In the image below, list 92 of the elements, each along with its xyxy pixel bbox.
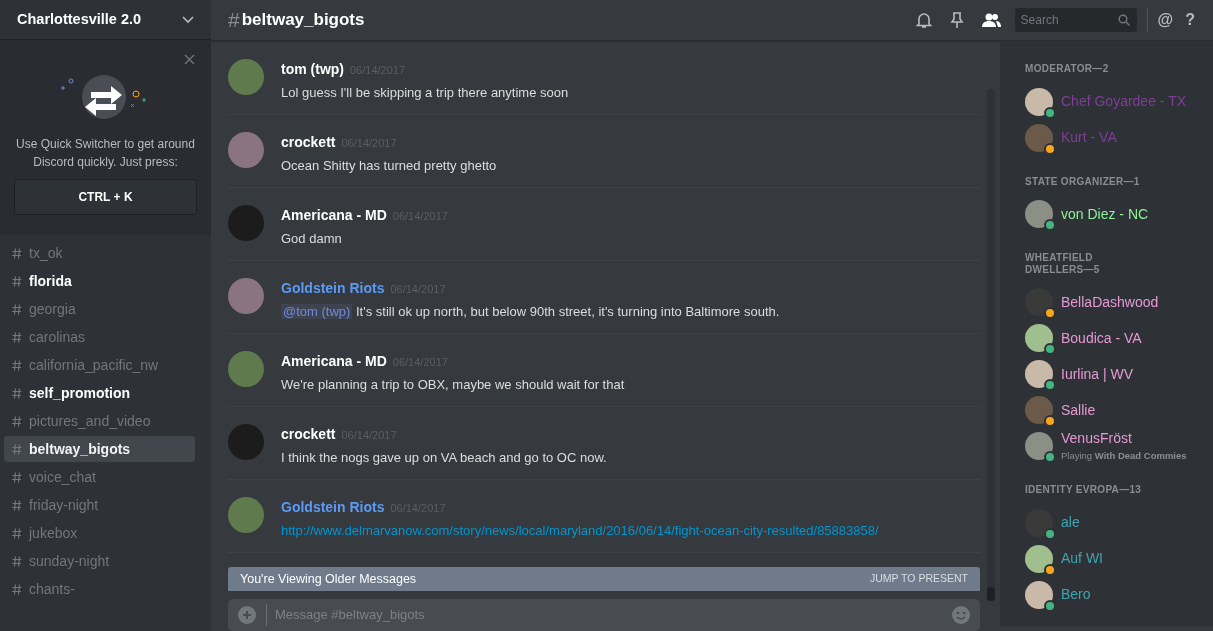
member-name: VenusFröst xyxy=(1061,429,1133,449)
author-name[interactable]: Americana - MD xyxy=(281,353,387,369)
role-heading: STATE ORGANIZER—1 xyxy=(1025,175,1141,187)
hash-icon xyxy=(12,331,22,343)
hash-icon xyxy=(12,247,22,259)
member-item[interactable]: VenusFröst Playing With Dead Commies xyxy=(1017,428,1205,464)
member-item[interactable]: Sallie xyxy=(1017,392,1205,428)
channel-item[interactable]: voice_chat xyxy=(4,464,195,490)
message-text: We're planning a trip to OBX, maybe we should wait for that xyxy=(281,377,625,392)
channel-item[interactable]: tx_ok xyxy=(4,240,195,266)
channel-hash: # xyxy=(228,7,240,34)
hash-icon xyxy=(12,387,22,399)
mentions-button[interactable]: @ xyxy=(1151,8,1180,32)
member-name: Chef Goyardee - TX xyxy=(1061,92,1187,111)
channel-item[interactable]: chants- xyxy=(4,576,195,602)
hash-icon xyxy=(12,415,22,427)
channel-title: beltway_bigots xyxy=(241,9,365,32)
shortcut-button[interactable]: CTRL + K xyxy=(14,179,197,215)
channel-item[interactable]: pictures_and_video xyxy=(4,408,195,434)
author-name[interactable]: Goldstein Riots xyxy=(281,499,385,515)
member-name: Sallie xyxy=(1061,400,1096,420)
author-name[interactable]: crockett xyxy=(281,134,336,150)
channel-item[interactable]: self_promotion xyxy=(4,380,195,406)
member-name: Auf WI xyxy=(1061,549,1103,568)
channel-item[interactable]: georgia xyxy=(4,296,195,322)
member-name: Iurlina | WV xyxy=(1061,364,1134,384)
member-name: ale xyxy=(1061,513,1080,532)
channel-item[interactable]: beltway_bigots xyxy=(4,436,195,462)
role-heading: IDENTITY EVROPA—13 xyxy=(1025,484,1143,496)
channel-item[interactable]: california_pacific_nw xyxy=(4,352,195,378)
search-icon xyxy=(1117,14,1130,26)
close-button[interactable] xyxy=(184,54,195,65)
member-name: von Diez - NC xyxy=(1061,204,1149,224)
member-item[interactable]: Bero xyxy=(1017,576,1205,613)
avatar[interactable] xyxy=(228,205,264,241)
hash-icon xyxy=(12,527,22,539)
member-item[interactable]: Boudica - VA xyxy=(1017,320,1205,356)
older-messages-label: You're Viewing Older Messages xyxy=(240,570,417,588)
message-text: Ocean Shitty has turned pretty ghetto xyxy=(281,158,497,173)
pin-icon[interactable] xyxy=(948,11,965,29)
member-item[interactable]: BellaDashwood xyxy=(1017,284,1205,320)
help-button[interactable]: ? xyxy=(1179,8,1201,32)
hash-icon xyxy=(12,555,22,567)
channel-item[interactable]: florida xyxy=(4,268,195,294)
message-text: God damn xyxy=(281,231,342,246)
avatar[interactable] xyxy=(228,351,264,387)
member-name: Bero xyxy=(1061,585,1091,604)
author-name[interactable]: crockett xyxy=(281,426,336,442)
scrollbar[interactable] xyxy=(987,89,995,601)
avatar[interactable] xyxy=(228,424,264,460)
jump-to-present-button[interactable]: JUMP TO PRESENT xyxy=(869,571,968,587)
author-name[interactable]: Goldstein Riots xyxy=(281,280,385,296)
hash-icon xyxy=(12,471,22,483)
message-text: Lol guess I'll be skipping a trip there anytime soon xyxy=(281,85,569,100)
message-link[interactable]: http://www.delmarvanow.com/story/news/local/maryland/2016/06/14/fight-ocean-city-resulted/85883858/ xyxy=(281,523,879,538)
bell-icon[interactable] xyxy=(914,11,933,29)
hash-icon xyxy=(12,275,22,287)
avatar[interactable] xyxy=(228,132,264,168)
hash-icon xyxy=(12,443,22,455)
quick-switcher-tip: Use Quick Switcher to get around Discord quickly. Just press: xyxy=(15,136,196,171)
message-text: It's still ok up north, but below 90th street, it's turning into Baltimore south. xyxy=(356,304,780,319)
member-name: BellaDashwood xyxy=(1061,292,1159,312)
message-text: I think the nogs gave up on VA beach and go to OC now. xyxy=(281,450,607,465)
avatar[interactable] xyxy=(228,59,264,95)
channel-item[interactable]: jukebox xyxy=(4,520,195,546)
hash-icon xyxy=(12,583,22,595)
plus-icon[interactable] xyxy=(238,606,256,624)
member-name: Kurt - VA xyxy=(1061,128,1117,147)
mention-link[interactable]: @tom (twp) xyxy=(281,304,353,319)
member-item[interactable]: Iurlina | WV xyxy=(1017,356,1205,392)
channel-item[interactable]: carolinas xyxy=(4,324,195,350)
emoji-icon[interactable] xyxy=(952,606,970,624)
avatar[interactable] xyxy=(228,497,264,533)
hash-icon xyxy=(12,303,22,315)
member-item[interactable]: von Diez - NC xyxy=(1017,196,1205,232)
search-field[interactable]: Search xyxy=(1014,8,1137,32)
member-item[interactable]: Auf WI xyxy=(1017,540,1205,577)
member-name: Boudica - VA xyxy=(1061,328,1142,348)
avatar[interactable] xyxy=(228,278,264,314)
member-item[interactable]: ale xyxy=(1017,504,1205,541)
channel-item[interactable]: friday-night xyxy=(4,492,195,518)
members-icon[interactable] xyxy=(980,12,1001,28)
server-name: Charlottesville 2.0 xyxy=(17,9,142,29)
role-heading: WHEATFIELD DWELLERS—5 xyxy=(1025,252,1101,275)
author-name[interactable]: tom (twp) xyxy=(281,61,344,77)
member-activity: Playing With Dead Commies xyxy=(1061,449,1187,464)
hash-icon xyxy=(12,359,22,371)
chevron-down-icon[interactable] xyxy=(182,15,194,24)
hash-icon xyxy=(12,499,22,511)
author-name[interactable]: Americana - MD xyxy=(281,207,387,223)
role-heading: MODERATOR—2 xyxy=(1025,63,1110,75)
channel-item[interactable]: sunday-night xyxy=(4,548,195,574)
